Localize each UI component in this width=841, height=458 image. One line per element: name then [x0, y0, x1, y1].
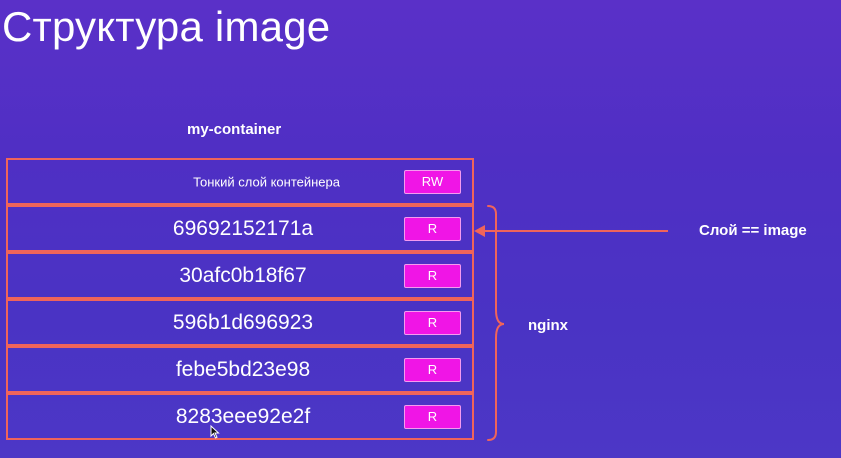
page-title: Структура image	[2, 3, 331, 50]
nginx-group-label: nginx	[528, 317, 568, 334]
layer-badge: R	[404, 404, 461, 429]
layer-row: 30afc0b18f67 R	[6, 252, 474, 299]
container-name-label: my-container	[187, 121, 282, 138]
layer-row: 596b1d696923 R	[6, 299, 474, 346]
layer-badge: R	[404, 357, 461, 382]
layer-row-thin-container: Тонкий слой контейнера RW	[6, 158, 474, 205]
layer-equals-image-label: Слой == image	[699, 222, 807, 239]
layer-stack: Тонкий слой контейнера RW 69692152171a R…	[6, 158, 474, 440]
layer-label: Тонкий слой контейнера	[193, 174, 340, 189]
layer-badge: R	[404, 263, 461, 288]
curly-brace	[487, 205, 505, 441]
layer-row: 69692152171a R	[6, 205, 474, 252]
layer-row: 8283eee92e2f R	[6, 393, 474, 440]
mouse-cursor-icon	[210, 425, 220, 439]
layer-badge: R	[404, 310, 461, 335]
layer-badge: R	[404, 216, 461, 241]
layer-badge: RW	[404, 169, 461, 194]
layer-row: febe5bd23e98 R	[6, 346, 474, 393]
